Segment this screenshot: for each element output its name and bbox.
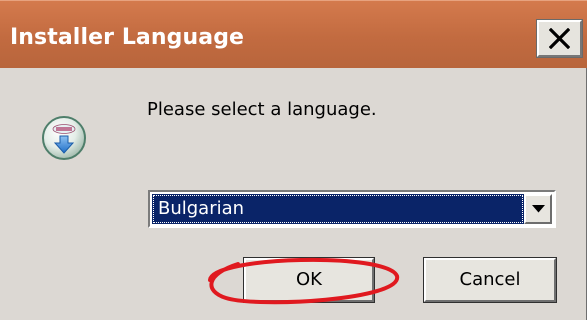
installer-language-dialog: Installer Language Please select a langu… — [0, 0, 587, 320]
title-bar[interactable]: Installer Language — [0, 0, 587, 68]
dialog-body: Please select a language. Bulgarian OK C… — [0, 68, 587, 320]
language-select-dropdown-button[interactable] — [524, 194, 552, 224]
nsis-installer-icon — [42, 116, 86, 160]
chevron-down-icon — [532, 205, 545, 213]
language-select-value[interactable]: Bulgarian — [152, 194, 524, 224]
close-button[interactable] — [536, 19, 583, 58]
cancel-button[interactable]: Cancel — [423, 257, 557, 303]
select-language-prompt: Please select a language. — [147, 99, 377, 120]
ok-button[interactable]: OK — [243, 257, 375, 303]
language-select[interactable]: Bulgarian — [148, 190, 556, 228]
close-icon — [549, 28, 570, 49]
window-title: Installer Language — [10, 25, 245, 50]
